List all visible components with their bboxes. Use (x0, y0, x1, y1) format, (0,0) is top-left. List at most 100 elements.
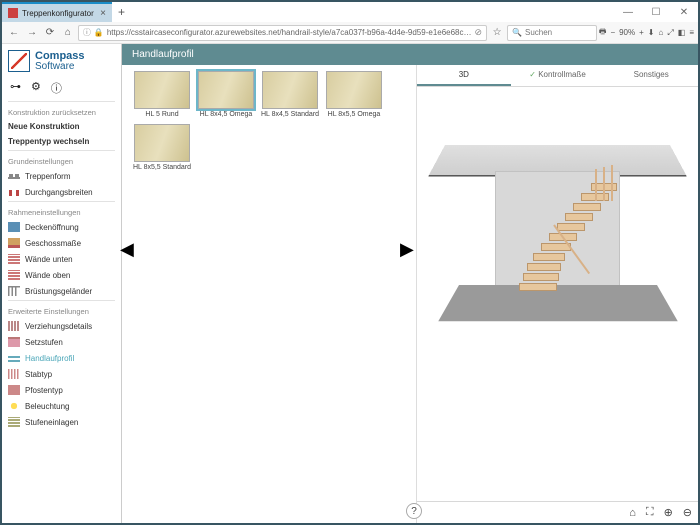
window-minimize-button[interactable]: — (614, 7, 642, 18)
menu-icon[interactable]: ≡ (689, 28, 694, 37)
sidebar-item-setzstufen[interactable]: Setzstufen (2, 334, 121, 350)
sidebar-item-label: Deckenöffnung (25, 223, 79, 232)
nav-back-button[interactable]: ← (6, 27, 22, 38)
logo-mark-icon (8, 50, 30, 72)
sidebar-item-label: Stabtyp (25, 370, 52, 379)
window-close-button[interactable]: ✕ (670, 7, 698, 18)
post-icon (8, 385, 20, 395)
sidebar-item-treppenform[interactable]: Treppenform (2, 168, 121, 184)
zoom-level: 90% (619, 28, 635, 37)
sidebar-item-handlaufprofil[interactable]: Handlaufprofil (2, 350, 121, 366)
railing-icon (8, 286, 20, 296)
sidebar-item-deckenoeffnung[interactable]: Deckenöffnung (2, 219, 121, 235)
view-zoom-in-button[interactable]: ⊕ (664, 506, 673, 519)
login-icon[interactable]: ⊶ (10, 80, 21, 96)
sidebar-item-label: Brüstungsgeländer (25, 287, 92, 296)
sidebar-item-bruestungsgelaender[interactable]: Brüstungsgeländer (2, 283, 121, 299)
url-bar[interactable]: ⓘ 🔒 https://csstaircaseconfigurator.azur… (78, 25, 487, 41)
thumb-hl-8x55-standard[interactable]: HL 8x5,5 Standard (132, 124, 192, 171)
profile-preview-icon (134, 124, 190, 162)
view-home-button[interactable]: ⌂ (629, 507, 636, 519)
download-icon[interactable]: ⬇ (648, 28, 655, 37)
profile-preview-icon (326, 71, 382, 109)
print-icon[interactable]: 🖶 (599, 26, 607, 40)
sidebar-item-treppentyp-wechseln[interactable]: Treppentyp wechseln (2, 134, 121, 149)
walls-upper-icon (8, 270, 20, 280)
tab-3d[interactable]: 3D (417, 65, 511, 86)
section-erweitert: Erweiterte Einstellungen (2, 302, 121, 318)
width-icon (8, 187, 20, 197)
3d-preview-viewport[interactable] (417, 87, 698, 501)
sidebar-item-label: Neue Konstruktion (8, 122, 80, 131)
tab-favicon (8, 8, 18, 18)
view-zoom-out-button[interactable]: ⊖ (683, 506, 692, 519)
window-maximize-button[interactable]: ☐ (642, 7, 670, 18)
settings-icon[interactable]: ⚙ (31, 80, 41, 96)
floor-dims-icon (8, 238, 20, 248)
thumb-hl-8x55-omega[interactable]: HL 8x5,5 Omega (324, 71, 384, 118)
sidebar-item-label: Treppenform (25, 172, 71, 181)
fullscreen-icon[interactable]: ⤢ (667, 28, 673, 38)
sidebar-item-verziehungsdetails[interactable]: Verziehungsdetails (2, 318, 121, 334)
profile-thumbnails: HL 5 Rund HL 8x4,5 Omega HL 8x4,5 Standa… (122, 65, 416, 523)
prev-step-arrow[interactable]: ◀ (120, 239, 134, 260)
search-input[interactable] (525, 28, 592, 37)
tab-close-icon[interactable]: × (100, 8, 106, 19)
search-bar[interactable]: 🔍 (507, 25, 597, 41)
sidebar-item-label: Pfostentyp (25, 386, 63, 395)
baluster-icon (8, 369, 20, 379)
next-step-arrow[interactable]: ▶ (400, 239, 414, 260)
tab-kontrollmasse[interactable]: ✓ Kontrollmaße (511, 65, 605, 86)
thumb-hl-8x45-standard[interactable]: HL 8x4,5 Standard (260, 71, 320, 118)
reader-icon[interactable]: ☆ (489, 27, 505, 38)
thumb-hl-8x45-omega[interactable]: HL 8x4,5 Omega (196, 71, 256, 118)
sidebar-item-pfostentyp[interactable]: Pfostentyp (2, 382, 121, 398)
tab-sonstiges[interactable]: Sonstiges (604, 65, 698, 86)
nav-reload-button[interactable]: ⟳ (42, 27, 58, 38)
home-toolbar-icon[interactable]: ⌂ (659, 28, 664, 37)
nav-home-button[interactable]: ⌂ (60, 27, 76, 38)
browser-tab[interactable]: Treppenkonfigurator × (2, 2, 112, 22)
stair-form-icon (8, 171, 20, 181)
sidebar-item-beleuchtung[interactable]: Beleuchtung (2, 398, 121, 414)
nav-forward-button[interactable]: → (24, 27, 40, 38)
help-button[interactable]: ? (406, 503, 422, 519)
tab-title: Treppenkonfigurator (22, 9, 96, 18)
search-icon: 🔍 (512, 28, 522, 37)
sidebar-toggle-icon[interactable]: ◧ (678, 28, 686, 37)
sidebar-item-geschossmasse[interactable]: Geschossmaße (2, 235, 121, 251)
sidebar-item-label: Beleuchtung (25, 402, 69, 411)
info-icon: ⓘ (83, 27, 91, 38)
lock-icon: 🔒 (94, 28, 104, 37)
zoom-plus-button[interactable]: + (639, 28, 644, 37)
thumb-hl-5-rund[interactable]: HL 5 Rund (132, 71, 192, 118)
sidebar: CompassSoftware ⊶ ⚙ ⓘ Konstruktion zurüc… (2, 44, 122, 523)
sidebar-item-durchgangsbreiten[interactable]: Durchgangsbreiten (2, 184, 121, 200)
profile-preview-icon (134, 71, 190, 109)
sidebar-item-neue-konstruktion[interactable]: Neue Konstruktion (2, 119, 121, 134)
page-title: Handlaufprofil (132, 49, 194, 60)
sidebar-item-label: Durchgangsbreiten (25, 188, 93, 197)
sidebar-item-waende-oben[interactable]: Wände oben (2, 267, 121, 283)
info-icon[interactable]: ⓘ (51, 80, 62, 96)
clear-url-icon[interactable]: ⊘ (475, 27, 483, 38)
sidebar-item-stufeneinlagen[interactable]: Stufeneinlagen (2, 414, 121, 430)
light-icon (8, 401, 20, 411)
profile-preview-icon (198, 71, 254, 109)
new-tab-button[interactable]: + (112, 5, 131, 19)
url-text: https://csstaircaseconfigurator.azureweb… (107, 28, 472, 37)
thumb-label: HL 8x4,5 Standard (261, 111, 319, 118)
sidebar-item-label: Geschossmaße (25, 239, 81, 248)
thumb-label: HL 5 Rund (145, 111, 178, 118)
zoom-minus-button[interactable]: − (610, 28, 615, 37)
sidebar-item-label: Wände oben (25, 271, 70, 280)
content-header: Handlaufprofil (122, 44, 698, 65)
sidebar-item-label: Verziehungsdetails (25, 322, 92, 331)
sidebar-item-label: Treppentyp wechseln (8, 137, 89, 146)
view-fullscreen-button[interactable]: ⛶ (646, 506, 654, 519)
sidebar-item-stabtyp[interactable]: Stabtyp (2, 366, 121, 382)
sidebar-item-label: Stufeneinlagen (25, 418, 78, 427)
walls-lower-icon (8, 254, 20, 264)
sidebar-item-waende-unten[interactable]: Wände unten (2, 251, 121, 267)
inlay-icon (8, 417, 20, 427)
